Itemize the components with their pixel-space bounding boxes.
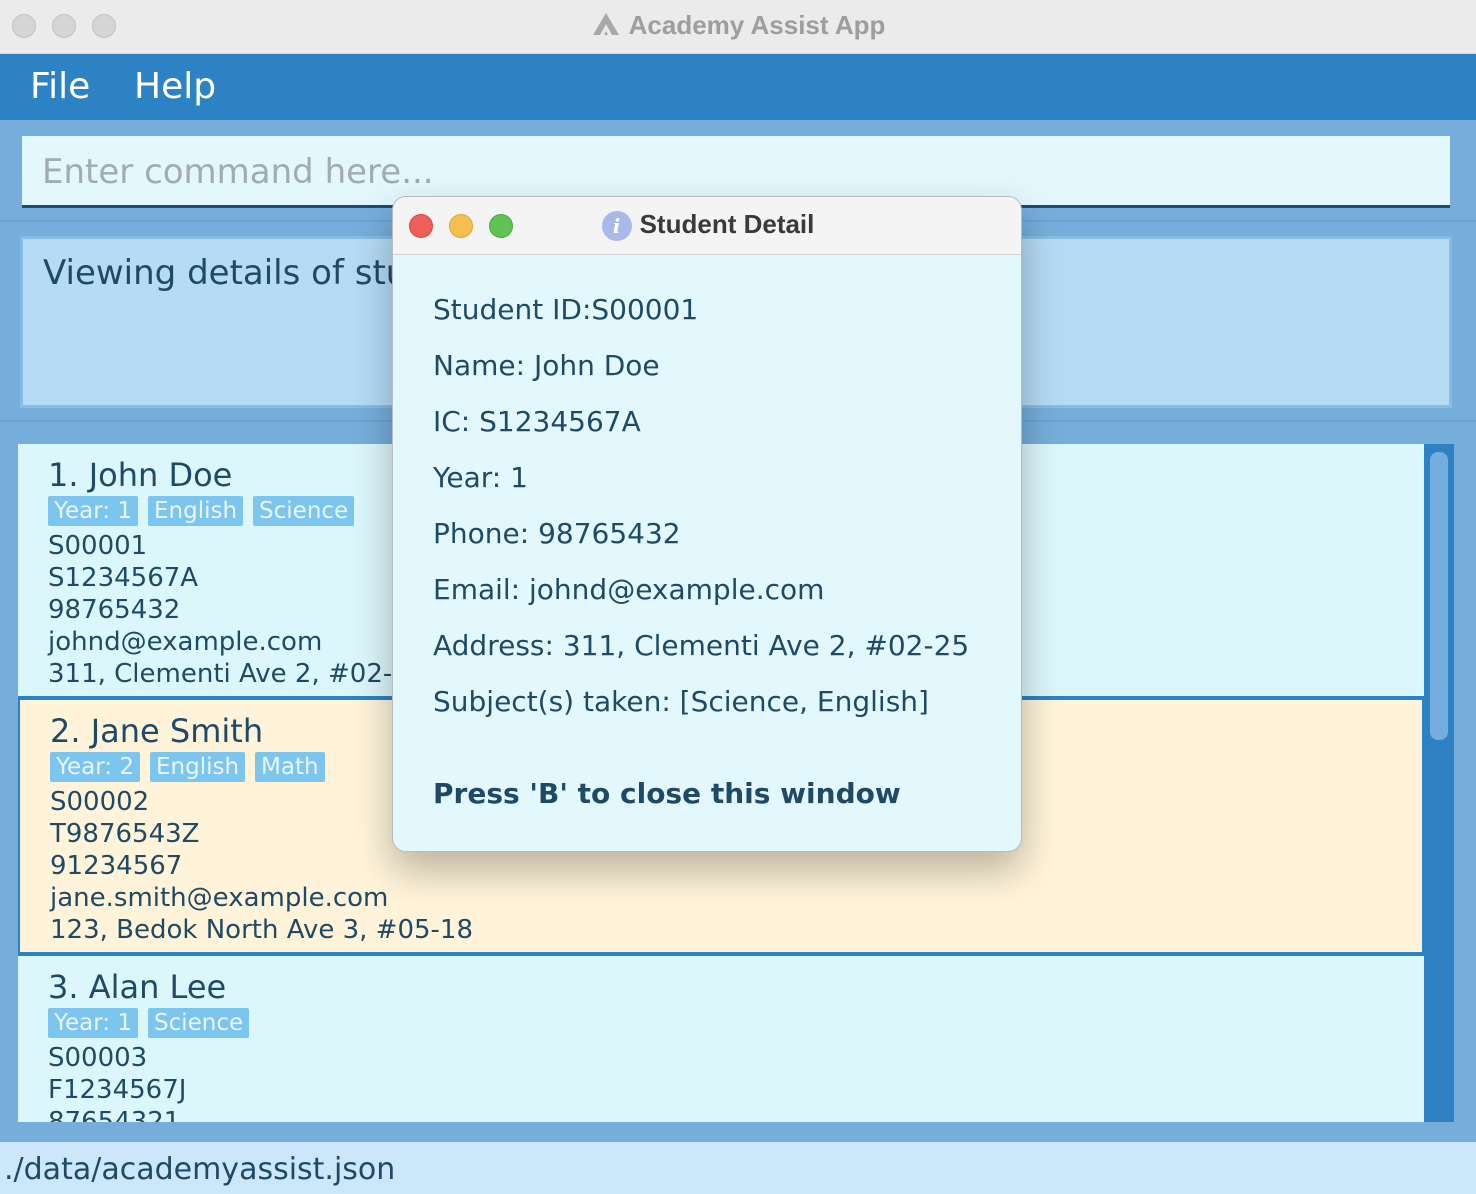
window-title: Academy Assist App (0, 10, 1476, 44)
info-icon: i (601, 211, 632, 242)
student-phone: 91234567 (50, 851, 183, 881)
menu-help[interactable]: Help (134, 66, 216, 107)
tag: Science (147, 1008, 250, 1038)
menu-bar: File Help (0, 54, 1476, 120)
student-phone: 87654321 (48, 1107, 181, 1122)
save-location: ./data/academyassist.json (4, 1152, 396, 1187)
detail-phone: Phone: 98765432 (433, 517, 681, 550)
scrollbar-thumb[interactable] (1430, 452, 1448, 740)
tag: Science (253, 496, 355, 526)
student-address: 123, Bedok North Ave 3, #05-18 (50, 915, 474, 945)
app-logo-icon (591, 11, 621, 44)
dialog-body: Student ID:S00001 Name: John Doe IC: S12… (433, 293, 969, 741)
student-name: 3. Alan Lee (48, 968, 227, 1006)
menu-file[interactable]: File (30, 66, 90, 107)
tag: Year: 1 (48, 1008, 138, 1038)
dialog-titlebar: i Student Detail (393, 197, 1021, 255)
detail-student-id: Student ID:S00001 (433, 293, 699, 326)
dialog-title-text: Student Detail (639, 209, 815, 239)
student-ic: F1234567J (48, 1075, 187, 1105)
window-title-text: Academy Assist App (628, 10, 886, 40)
detail-email: Email: johnd@example.com (433, 573, 825, 606)
tag: Year: 1 (48, 496, 138, 526)
list-scrollbar[interactable] (1424, 444, 1454, 1122)
detail-year: Year: 1 (433, 461, 528, 494)
tag: English (149, 752, 246, 782)
student-detail-dialog: i Student Detail Student ID:S00001 Name: … (392, 196, 1022, 852)
window-titlebar: Academy Assist App (0, 0, 1476, 54)
tag: Math (255, 752, 325, 782)
tag: English (147, 496, 244, 526)
dialog-close-hint: Press 'B' to close this window (433, 777, 901, 810)
detail-subjects: Subject(s) taken: [Science, English] (433, 685, 929, 718)
tag: Year: 2 (50, 752, 140, 782)
detail-ic: IC: S1234567A (433, 405, 641, 438)
student-id: S00003 (48, 1043, 148, 1073)
detail-name: Name: John Doe (433, 349, 660, 382)
tag-row: Year: 1 Science (48, 1008, 1394, 1040)
student-card[interactable]: 3. Alan Lee Year: 1 Science S00003 F12345… (18, 956, 1424, 1122)
status-bar: ./data/academyassist.json (0, 1142, 1476, 1194)
student-email: jane.smith@example.com (50, 883, 389, 913)
detail-address: Address: 311, Clementi Ave 2, #02-25 (433, 629, 970, 662)
dialog-title: i Student Detail (393, 209, 1021, 242)
